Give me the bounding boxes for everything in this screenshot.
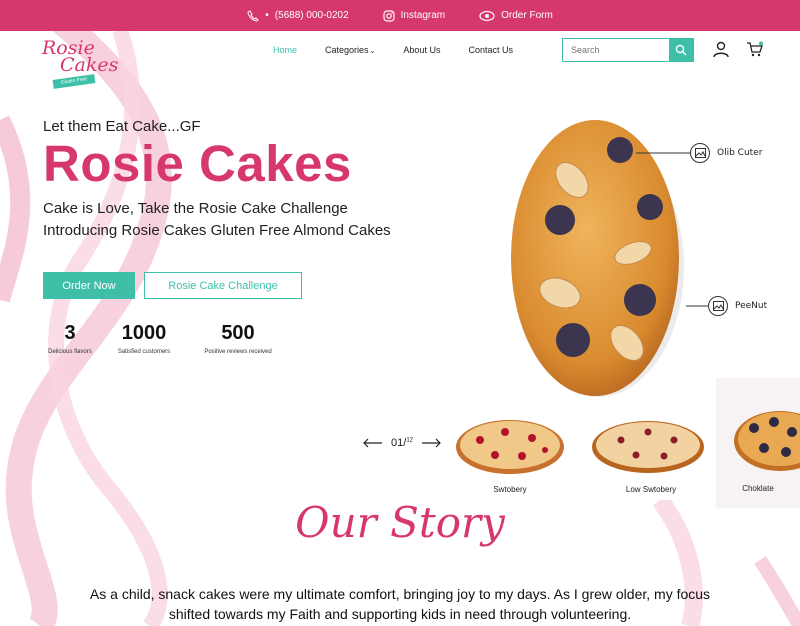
cart-button[interactable] <box>746 41 764 62</box>
hero-tagline: Let them Eat Cake...GF <box>43 118 201 135</box>
hero-subtitle-2: Introducing Rosie Cakes Gluten Free Almo… <box>43 222 391 239</box>
order-now-button[interactable]: Order Now <box>43 272 135 299</box>
order-form-link[interactable]: Order Form <box>479 10 553 22</box>
stat-reviews: 500 Positive reviews received <box>196 322 280 355</box>
thumb-label: Choklate <box>742 484 774 493</box>
search-input[interactable] <box>563 39 669 61</box>
image-icon[interactable] <box>708 296 728 316</box>
phone-icon <box>247 9 259 22</box>
hero-subtitle-1: Cake is Love, Take the Rosie Cake Challe… <box>43 200 348 217</box>
thumb-label: Low Swtobery <box>625 485 677 494</box>
image-icon[interactable] <box>690 143 710 163</box>
slide-counter: 01/12 <box>391 437 413 449</box>
arrow-right-icon[interactable] <box>421 438 441 448</box>
nav-contact[interactable]: Contact Us <box>468 45 513 55</box>
search-icon <box>675 44 687 56</box>
logo-banner: Gluten Free <box>52 74 96 89</box>
site-header: Rosie Cakes Gluten Free Home Categories⌄… <box>0 31 800 101</box>
strawberry-cake-image <box>456 420 564 474</box>
user-icon <box>713 41 729 58</box>
slide-current: 01 <box>391 437 404 449</box>
search-box <box>562 38 694 62</box>
nav-home[interactable]: Home <box>273 45 297 55</box>
stat-value: 500 <box>221 322 255 344</box>
arrow-left-icon[interactable] <box>363 438 383 448</box>
brand-logo[interactable]: Rosie Cakes Gluten Free <box>40 37 118 95</box>
order-form-label: Order Form <box>501 10 553 21</box>
thumb-label: Swtobery <box>493 485 527 494</box>
order-form-icon <box>479 10 495 21</box>
callout-label: Olib Cuter <box>717 148 763 158</box>
chocolate-cake-image <box>734 411 800 471</box>
thumb-chocolate[interactable]: Choklate <box>716 378 800 508</box>
slider-controls: 01/12 <box>363 437 441 449</box>
stat-value: 3 <box>64 322 76 344</box>
callout-bottom: PeeNut <box>686 296 767 316</box>
phone-bullet: • <box>265 10 269 21</box>
thumb-low-strawberry[interactable]: Low Swtobery <box>586 410 716 500</box>
stat-value: 1000 <box>121 322 167 344</box>
story-text-line-2: shifted towards my Faith and supporting … <box>168 606 632 622</box>
main-nav: Home Categories⌄ About Us Contact Us <box>273 31 513 69</box>
instagram-link[interactable]: Instagram <box>383 9 446 22</box>
callout-top: Olib Cuter <box>636 143 762 163</box>
stat-label: Delicious flavors <box>48 349 92 355</box>
thumb-strawberry[interactable]: Swtobery <box>450 410 570 500</box>
stat-customers: 1000 Satisfied customers <box>110 322 178 355</box>
hero-title: Rosie Cakes <box>43 135 352 192</box>
cake-challenge-button[interactable]: Rosie Cake Challenge <box>144 272 302 299</box>
logo-line-2: Cakes <box>60 54 119 76</box>
story-text-line-1: As a child, snack cakes were my ultimate… <box>89 586 711 602</box>
phone-link[interactable]: • (5688) 000-0202 <box>247 9 349 22</box>
story-title: Our Story <box>295 498 505 547</box>
callout-label: PeeNut <box>735 301 768 311</box>
callout-line <box>686 305 708 307</box>
account-button[interactable] <box>712 40 730 63</box>
chevron-down-icon: ⌄ <box>369 48 376 55</box>
low-strawberry-cake-image <box>592 421 704 473</box>
phone-number: (5688) 000-0202 <box>274 10 349 21</box>
instagram-label: Instagram <box>400 10 446 21</box>
stat-label: Positive reviews received <box>204 349 272 355</box>
cart-icon <box>747 41 763 57</box>
slide-total: 12 <box>406 437 413 444</box>
nav-categories-label: Categories <box>325 45 369 55</box>
instagram-icon <box>383 9 395 22</box>
nav-about[interactable]: About Us <box>403 45 440 55</box>
search-button[interactable] <box>669 39 693 61</box>
stat-flavors: 3 Delicious flavors <box>44 322 96 355</box>
nav-categories[interactable]: Categories⌄ <box>325 45 375 55</box>
callout-line <box>636 152 690 154</box>
top-contact-bar: • (5688) 000-0202 Instagram Order Form <box>0 0 800 31</box>
stat-label: Satisfied customers <box>117 349 171 355</box>
